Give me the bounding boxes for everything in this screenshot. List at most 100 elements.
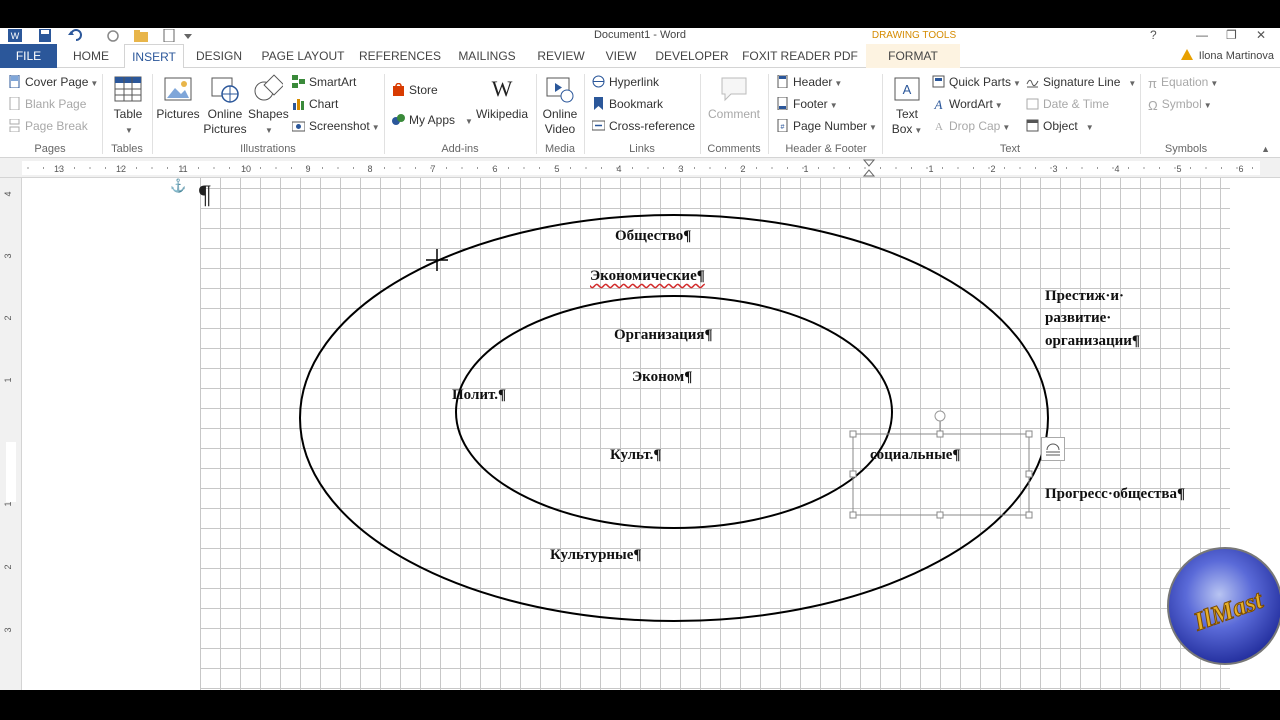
- table-icon: [114, 76, 142, 102]
- chart-button[interactable]: Chart: [292, 96, 338, 112]
- drop-cap-button[interactable]: A Drop Cap ▼: [932, 118, 1010, 136]
- object-button[interactable]: Object ▼: [1026, 118, 1094, 136]
- tab-references[interactable]: REFERENCES: [358, 44, 442, 68]
- svg-text:#: #: [781, 124, 785, 131]
- quick-parts-button[interactable]: Quick Parts ▼: [932, 74, 1021, 92]
- cross-reference-icon: [592, 120, 605, 131]
- label-organizatsiya[interactable]: Организация¶: [614, 326, 713, 344]
- cover-page-button[interactable]: Cover Page ▼: [8, 74, 98, 92]
- equation-button[interactable]: π Equation ▼: [1148, 74, 1218, 92]
- vertical-ruler[interactable]: 4 3 2 1 1 2 3: [0, 178, 22, 690]
- ribbon-separator: [882, 74, 883, 154]
- tab-format[interactable]: FORMAT: [866, 44, 960, 68]
- my-apps-button[interactable]: My Apps ▼: [392, 112, 473, 130]
- header-button[interactable]: Header ▼: [776, 74, 842, 92]
- tab-home[interactable]: HOME: [62, 44, 120, 68]
- quick-parts-label: Quick Parts: [949, 75, 1012, 89]
- group-label-illustrations: Illustrations: [240, 143, 296, 155]
- comment-button[interactable]: Comment: [704, 74, 764, 122]
- document-area[interactable]: ⚓ ¶ Общество¶ Экономические¶ Организация…: [22, 178, 1280, 690]
- cross-reference-button[interactable]: Cross-reference: [592, 118, 695, 134]
- rotation-handle-icon[interactable]: [934, 410, 946, 422]
- blank-page-button[interactable]: Blank Page: [8, 96, 86, 112]
- tab-review[interactable]: REVIEW: [532, 44, 590, 68]
- layout-options-button[interactable]: [1041, 437, 1065, 461]
- wordart-button[interactable]: A WordArt ▼: [932, 96, 1003, 114]
- chevron-down-icon: ▼: [869, 123, 877, 132]
- label-progress-obshchestva[interactable]: Прогресс·общества¶: [1045, 485, 1185, 503]
- tab-view[interactable]: VIEW: [598, 44, 644, 68]
- date-time-button[interactable]: Date & Time: [1026, 96, 1109, 112]
- hyperlink-button[interactable]: Hyperlink: [592, 74, 659, 90]
- label-prestizh-line1[interactable]: Престиж·и·: [1045, 287, 1124, 305]
- page-with-grid[interactable]: ¶ Общество¶ Экономические¶ Организация¶ …: [199, 178, 1230, 690]
- online-video-button[interactable]: Online Video: [538, 74, 582, 137]
- tab-design[interactable]: DESIGN: [190, 44, 248, 68]
- cover-page-label: Cover Page: [25, 75, 89, 89]
- label-prestizh-line3[interactable]: организации¶: [1045, 332, 1140, 350]
- smartart-button[interactable]: SmartArt: [292, 74, 356, 90]
- chevron-down-icon: ▼: [914, 126, 923, 135]
- tab-page-layout[interactable]: PAGE LAYOUT: [256, 44, 350, 68]
- footer-button[interactable]: Footer ▼: [776, 96, 838, 114]
- title-bar: W Document1 - Word DRAWING TOOLS ? — ❐ ✕: [0, 28, 1280, 44]
- drop-cap-label: Drop Cap: [949, 119, 1001, 133]
- page-break-label: Page Break: [25, 119, 88, 133]
- help-button[interactable]: ?: [1150, 28, 1157, 43]
- store-label: Store: [409, 83, 438, 97]
- online-pictures-button[interactable]: Online Pictures: [202, 74, 248, 137]
- minimize-button[interactable]: —: [1196, 28, 1208, 43]
- label-kulturnye[interactable]: Культурные¶: [550, 546, 642, 564]
- group-label-symbols: Symbols: [1164, 143, 1208, 155]
- user-account[interactable]: Ilona Martinova: [1180, 44, 1274, 68]
- ribbon-tabs: FILE HOME INSERT DESIGN PAGE LAYOUT REFE…: [0, 44, 1280, 69]
- ribbon-insert: Cover Page ▼ Blank Page Page Break Pages …: [0, 68, 1280, 158]
- user-name: Ilona Martinova: [1198, 50, 1274, 62]
- signature-line-button[interactable]: Signature Line ▼: [1026, 74, 1136, 92]
- resize-handles[interactable]: [849, 430, 1033, 519]
- label-prestizh-line2[interactable]: развитие·: [1045, 309, 1111, 327]
- anchor-icon: ⚓: [170, 178, 187, 193]
- ribbon-separator: [700, 74, 701, 154]
- wikipedia-label: Wikipedia: [475, 107, 529, 121]
- horizontal-ruler[interactable]: 13 12 11 10 9 8 7 6 5 4 3 2 1 1 2 3 4 5 6: [0, 158, 1280, 178]
- bookmark-button[interactable]: Bookmark: [592, 96, 663, 112]
- screenshot-button[interactable]: Screenshot ▼: [292, 118, 380, 136]
- wikipedia-button[interactable]: W Wikipedia: [474, 74, 530, 122]
- close-button[interactable]: ✕: [1256, 28, 1266, 43]
- label-obshchestvo[interactable]: Общество¶: [615, 227, 691, 245]
- tab-foxit-reader-pdf[interactable]: FOXIT READER PDF: [740, 44, 860, 68]
- shapes-label: Shapes: [248, 107, 289, 121]
- screenshot-label: Screenshot: [309, 119, 370, 133]
- tab-mailings[interactable]: MAILINGS: [450, 44, 524, 68]
- label-ekonomicheskie[interactable]: Экономические¶: [590, 267, 705, 285]
- page-number-button[interactable]: # Page Number ▼: [776, 118, 877, 136]
- collapse-ribbon-icon[interactable]: ▲: [1261, 144, 1270, 154]
- text-box-button[interactable]: A Text Box ▼: [888, 74, 926, 138]
- hyperlink-label: Hyperlink: [609, 75, 660, 89]
- ribbon-separator: [536, 74, 537, 154]
- ruler-tick-label: 4: [1114, 164, 1119, 174]
- store-button[interactable]: Store: [392, 82, 438, 98]
- ruler-tick-label: 2: [3, 315, 13, 320]
- restore-button[interactable]: ❐: [1226, 28, 1237, 43]
- ruler-tick-label: 1: [3, 501, 13, 506]
- svg-text:A: A: [934, 97, 943, 110]
- tab-insert[interactable]: INSERT: [124, 44, 184, 69]
- pictures-button[interactable]: Pictures: [156, 74, 200, 122]
- tab-file[interactable]: FILE: [0, 44, 57, 68]
- table-button[interactable]: Table ▼: [108, 74, 148, 138]
- horizontal-ruler-scale: 13 12 11 10 9 8 7 6 5 4 3 2 1 1 2 3 4 5 6: [22, 159, 1260, 177]
- label-kult[interactable]: Культ.¶: [610, 446, 662, 464]
- tab-developer[interactable]: DEVELOPER: [652, 44, 732, 68]
- label-ekonom[interactable]: Эконом¶: [632, 368, 692, 386]
- page-break-button[interactable]: Page Break: [8, 118, 88, 134]
- chevron-down-icon: ▼: [829, 101, 838, 110]
- chevron-down-icon: ▼: [1128, 79, 1137, 88]
- symbol-button[interactable]: Ω Symbol ▼: [1148, 96, 1212, 114]
- label-sotsialnye[interactable]: социальные¶: [870, 446, 961, 464]
- warning-icon: [1180, 49, 1193, 60]
- ruler-tick-label: 1: [928, 164, 933, 174]
- label-polit[interactable]: Полит.¶: [452, 386, 506, 404]
- shapes-button[interactable]: Shapes ▼: [248, 74, 289, 138]
